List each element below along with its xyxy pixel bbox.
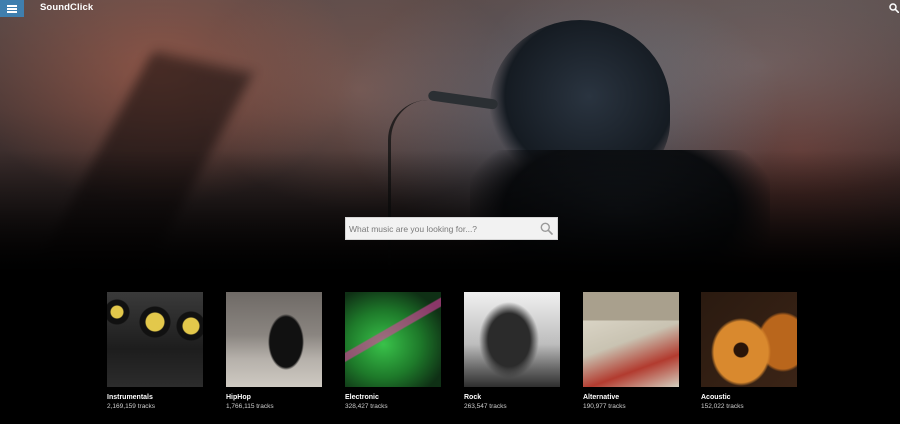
genre-thumbnail[interactable] [107,292,203,387]
genre-thumbnail[interactable] [583,292,679,387]
genre-thumbnail[interactable] [701,292,797,387]
genre-thumbnail[interactable] [464,292,560,387]
search-input[interactable] [346,218,539,239]
genre-track-count: 190,977 tracks [583,403,626,410]
search-icon[interactable] [889,3,899,13]
genre-track-count: 1,766,115 tracks [226,403,274,410]
search-submit-icon[interactable] [540,222,553,235]
genre-card-electronic[interactable]: Electronic 328,427 tracks [345,292,441,411]
genre-card-instrumentals[interactable]: Instrumentals 2,169,159 tracks [107,292,203,411]
hero-fade-overlay [0,150,900,275]
genre-name[interactable]: Rock [464,393,560,402]
genre-card-alternative[interactable]: Alternative 190,977 tracks [583,292,679,411]
genre-card-hiphop[interactable]: HipHop 1,766,115 tracks [226,292,322,411]
genre-name[interactable]: Alternative [583,393,679,402]
search-box [345,217,558,240]
genre-card-rock[interactable]: Rock 263,547 tracks [464,292,560,411]
genre-track-count: 263,547 tracks [464,403,507,410]
genre-track-count: 328,427 tracks [345,403,388,410]
menu-button[interactable] [0,0,24,17]
genre-track-count: 152,022 tracks [701,403,744,410]
genre-card-acoustic[interactable]: Acoustic 152,022 tracks [701,292,797,411]
genre-name[interactable]: Acoustic [701,393,797,402]
top-navbar: SoundClick [0,0,900,17]
brand-logo[interactable]: SoundClick [40,2,93,13]
genre-thumbnail[interactable] [345,292,441,387]
genre-name[interactable]: Instrumentals [107,393,203,402]
genre-name[interactable]: HipHop [226,393,322,402]
page: SoundClick Instrumentals 2,169,159 track… [0,0,900,424]
genre-name[interactable]: Electronic [345,393,441,402]
hamburger-menu-icon [7,4,17,13]
genre-grid: Instrumentals 2,169,159 tracks HipHop 1,… [107,292,797,422]
genre-track-count: 2,169,159 tracks [107,403,156,410]
genre-thumbnail[interactable] [226,292,322,387]
